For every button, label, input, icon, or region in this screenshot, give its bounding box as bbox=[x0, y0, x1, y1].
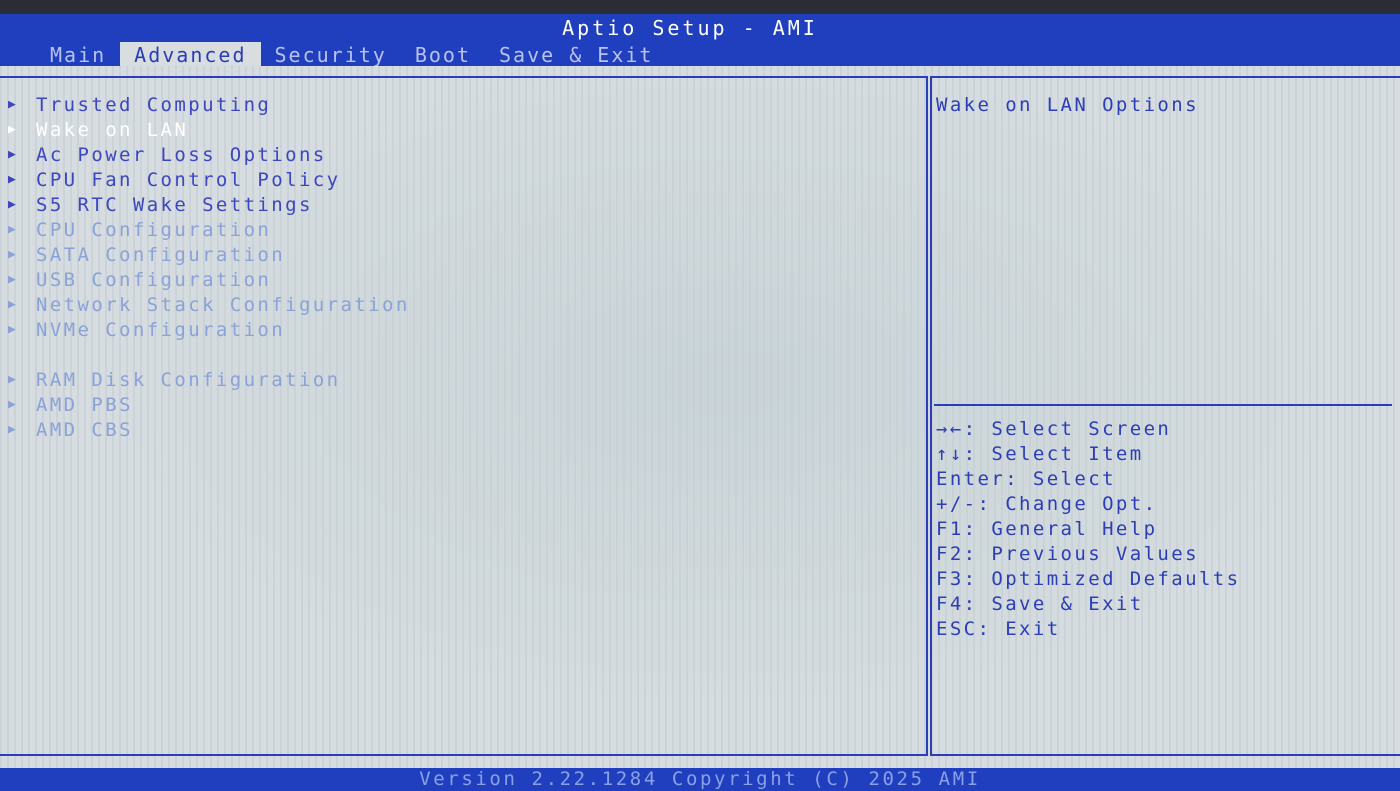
version-text: Version 2.22.1284 Copyright (C) 2025 AMI bbox=[419, 768, 981, 790]
menu-item-wake-on-lan[interactable]: ▶ Wake on LAN bbox=[8, 117, 410, 142]
key-hint-f2: F2: Previous Values bbox=[936, 543, 1199, 565]
help-description: Wake on LAN Options bbox=[936, 94, 1199, 116]
bios-screen: Aptio Setup - AMI Main Advanced Security… bbox=[0, 0, 1400, 791]
menu-item-network-stack-configuration[interactable]: ▶ Network Stack Configuration bbox=[8, 292, 410, 317]
tab-bar: Main Advanced Security Boot Save & Exit bbox=[36, 42, 667, 68]
key-legend: →←: Select Screen ↑↓: Select Item Enter:… bbox=[936, 418, 1240, 643]
key-hint-f1: F1: General Help bbox=[936, 518, 1158, 540]
submenu-arrow-icon: ▶ bbox=[8, 147, 19, 162]
tab-boot[interactable]: Boot bbox=[401, 42, 485, 68]
menu-item-sata-configuration[interactable]: ▶ SATA Configuration bbox=[8, 242, 410, 267]
key-hint-f3: F3: Optimized Defaults bbox=[936, 568, 1241, 590]
main-area: ▶ Trusted Computing ▶ Wake on LAN ▶ Ac P… bbox=[0, 66, 1400, 768]
menu-item-label: CPU Fan Control Policy bbox=[36, 168, 341, 191]
menu-item-label: AMD PBS bbox=[36, 393, 133, 416]
submenu-arrow-icon: ▶ bbox=[8, 222, 19, 237]
menu-item-label: NVMe Configuration bbox=[36, 318, 286, 341]
tab-advanced[interactable]: Advanced bbox=[120, 42, 261, 68]
menu-item-trusted-computing[interactable]: ▶ Trusted Computing bbox=[8, 92, 410, 117]
menu-panel: ▶ Trusted Computing ▶ Wake on LAN ▶ Ac P… bbox=[0, 76, 928, 756]
menu-item-amd-pbs[interactable]: ▶ AMD PBS bbox=[8, 392, 410, 417]
menu-item-s5-rtc-wake-settings[interactable]: ▶ S5 RTC Wake Settings bbox=[8, 192, 410, 217]
menu-item-cpu-configuration[interactable]: ▶ CPU Configuration bbox=[8, 217, 410, 242]
submenu-arrow-icon: ▶ bbox=[8, 422, 19, 437]
menu-item-label: RAM Disk Configuration bbox=[36, 368, 341, 391]
key-hint-f4: F4: Save & Exit bbox=[936, 593, 1144, 615]
menu-item-label: USB Configuration bbox=[36, 268, 272, 291]
menu-list: ▶ Trusted Computing ▶ Wake on LAN ▶ Ac P… bbox=[8, 92, 410, 442]
menu-item-label: Ac Power Loss Options bbox=[36, 143, 327, 166]
help-panel: Wake on LAN Options →←: Select Screen ↑↓… bbox=[930, 76, 1400, 756]
menu-item-amd-cbs[interactable]: ▶ AMD CBS bbox=[8, 417, 410, 442]
key-hint-change-opt: +/-: Change Opt. bbox=[936, 493, 1158, 515]
menu-item-cpu-fan-control-policy[interactable]: ▶ CPU Fan Control Policy bbox=[8, 167, 410, 192]
key-hint-esc: ESC: Exit bbox=[936, 618, 1061, 640]
submenu-arrow-icon: ▶ bbox=[8, 297, 19, 312]
key-hint-select-screen: →←: Select Screen bbox=[936, 418, 1172, 440]
submenu-arrow-icon: ▶ bbox=[8, 172, 19, 187]
menu-item-label: Trusted Computing bbox=[36, 93, 272, 116]
footer-bar: Version 2.22.1284 Copyright (C) 2025 AMI bbox=[0, 768, 1400, 791]
header-bar: Aptio Setup - AMI Main Advanced Security… bbox=[0, 14, 1400, 68]
tab-security[interactable]: Security bbox=[261, 42, 401, 68]
menu-item-nvme-configuration[interactable]: ▶ NVMe Configuration bbox=[8, 317, 410, 342]
menu-item-ac-power-loss-options[interactable]: ▶ Ac Power Loss Options bbox=[8, 142, 410, 167]
menu-item-label: Wake on LAN bbox=[36, 118, 189, 141]
menu-item-ram-disk-configuration[interactable]: ▶ RAM Disk Configuration bbox=[8, 367, 410, 392]
submenu-arrow-icon: ▶ bbox=[8, 122, 19, 137]
menu-item-label: SATA Configuration bbox=[36, 243, 286, 266]
submenu-arrow-icon: ▶ bbox=[8, 197, 19, 212]
submenu-arrow-icon: ▶ bbox=[8, 372, 19, 387]
submenu-arrow-icon: ▶ bbox=[8, 397, 19, 412]
submenu-arrow-icon: ▶ bbox=[8, 97, 19, 112]
key-hint-enter: Enter: Select bbox=[936, 468, 1116, 490]
menu-item-label: CPU Configuration bbox=[36, 218, 272, 241]
menu-spacer bbox=[8, 342, 410, 367]
submenu-arrow-icon: ▶ bbox=[8, 272, 19, 287]
help-divider bbox=[934, 404, 1392, 406]
menu-item-label: Network Stack Configuration bbox=[36, 293, 410, 316]
menu-item-label: S5 RTC Wake Settings bbox=[36, 193, 313, 216]
tab-save-exit[interactable]: Save & Exit bbox=[485, 42, 667, 68]
menu-item-label: AMD CBS bbox=[36, 418, 133, 441]
menu-item-usb-configuration[interactable]: ▶ USB Configuration bbox=[8, 267, 410, 292]
key-hint-select-item: ↑↓: Select Item bbox=[936, 443, 1144, 465]
app-title: Aptio Setup - AMI bbox=[562, 16, 818, 40]
tab-main[interactable]: Main bbox=[36, 42, 120, 68]
submenu-arrow-icon: ▶ bbox=[8, 322, 19, 337]
submenu-arrow-icon: ▶ bbox=[8, 247, 19, 262]
